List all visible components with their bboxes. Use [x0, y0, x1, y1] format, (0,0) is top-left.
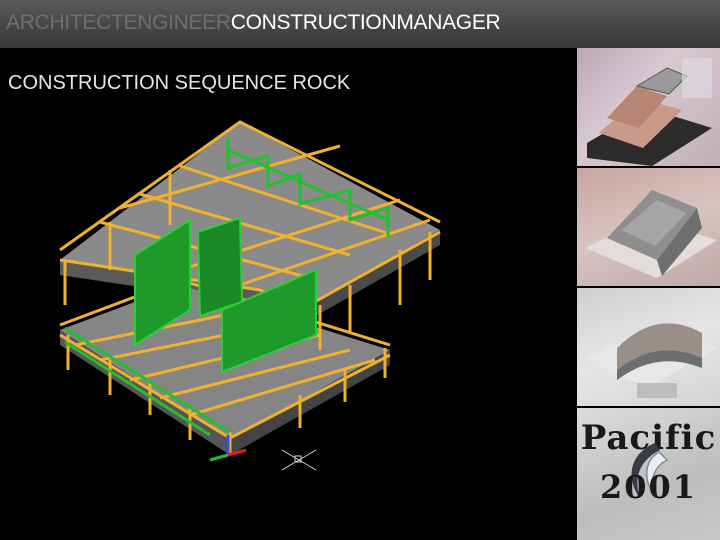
logo-bottom-word: 2001: [599, 468, 698, 506]
title-role-highlighted: CONSTRUCTIONMANAGER: [230, 11, 501, 34]
page-title: ARCHITECTENGINEERCONSTRUCTIONMANAGER: [6, 11, 501, 35]
shear-wall-center: [196, 216, 244, 318]
model-photo-3: [577, 288, 720, 406]
slide-subtitle: CONSTRUCTION SEQUENCE ROCK: [8, 72, 351, 94]
model-photo-1: [577, 48, 720, 166]
title-roles-dim: ARCHITECTENGINEER: [6, 11, 231, 34]
cursor-crosshair-icon: [281, 449, 317, 471]
model-photo-2: [577, 168, 720, 286]
title-bar: ARCHITECTENGINEERCONSTRUCTIONMANAGER: [0, 0, 720, 48]
cad-structure-model: [59, 120, 441, 471]
pacific-2001-logo: Pacific 2001: [577, 408, 720, 540]
